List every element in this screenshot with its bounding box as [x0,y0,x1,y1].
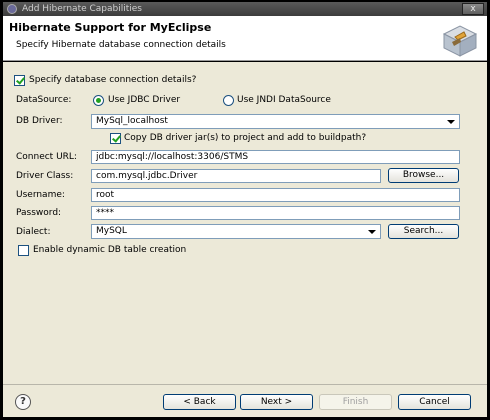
db-driver-value: MySql_localhost [96,116,168,126]
title-bar[interactable]: Add Hibernate Capabilities x [3,2,487,16]
db-driver-label: DB Driver: [16,116,63,126]
wizard-body: Specify database connection details? Dat… [3,62,487,384]
page-title: Hibernate Support for MyEclipse [9,21,212,34]
driver-class-input[interactable]: com.mysql.jdbc.Driver [91,169,381,183]
page-description: Specify Hibernate database connection de… [16,40,226,50]
close-button[interactable]: x [462,3,484,15]
wizard-header: Hibernate Support for MyEclipse Specify … [3,16,487,61]
use-jndi-datasource-radio[interactable] [223,95,234,106]
wizard-footer: ? < Back Next > Finish Cancel [3,384,487,417]
use-jdbc-driver-radio[interactable] [93,95,104,106]
dynamic-table-checkbox[interactable] [18,245,29,256]
specify-details-checkbox[interactable] [14,75,25,86]
copy-driver-checkbox[interactable] [110,133,121,144]
password-label: Password: [16,208,62,218]
datasource-label: DataSource: [16,95,72,105]
finish-button[interactable]: Finish [319,394,392,410]
dialect-value: MySQL [96,226,127,236]
help-button[interactable]: ? [15,394,31,410]
dialect-combo[interactable]: MySQL [91,224,381,239]
browse-button[interactable]: Browse... [388,168,459,183]
dialect-label: Dialect: [16,227,51,237]
chevron-down-icon [447,120,455,124]
copy-driver-label: Copy DB driver jar(s) to project and add… [124,133,367,143]
connect-url-label: Connect URL: [16,152,77,162]
specify-details-label: Specify database connection details? [29,75,197,85]
search-dialect-button[interactable]: Search... [388,224,459,239]
chevron-down-icon [368,230,376,234]
dynamic-table-label: Enable dynamic DB table creation [33,245,187,255]
username-input[interactable]: root [91,188,460,202]
driver-class-label: Driver Class: [16,171,74,181]
use-jndi-datasource-label: Use JNDI DataSource [237,95,331,105]
hibernate-wizard-icon [442,25,478,57]
username-label: Username: [16,190,65,200]
back-button[interactable]: < Back [163,394,236,410]
db-driver-combo[interactable]: MySql_localhost [91,114,460,129]
window-title: Add Hibernate Capabilities [22,4,142,14]
connect-url-input[interactable]: jdbc:mysql://localhost:3306/STMS [91,150,460,164]
use-jdbc-driver-label: Use JDBC Driver [108,95,181,105]
password-input[interactable]: **** [91,206,460,220]
cancel-button[interactable]: Cancel [398,394,471,410]
next-button[interactable]: Next > [240,394,313,410]
wizard-window: Add Hibernate Capabilities x Hibernate S… [0,0,490,420]
eclipse-icon [7,4,17,14]
